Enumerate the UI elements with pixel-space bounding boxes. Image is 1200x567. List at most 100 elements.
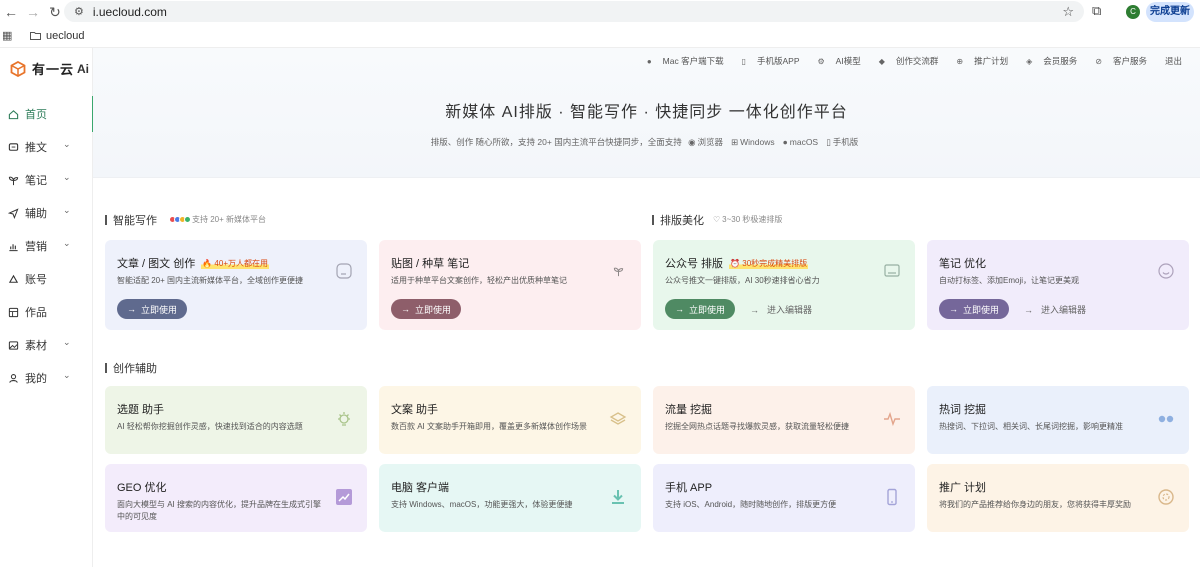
image-icon [6,340,20,351]
chevron-down-icon[interactable]: ⌄ [63,139,71,150]
gear-icon: ⚙ [817,56,825,66]
sidebar-item-7[interactable]: 素材 ⌄ [0,333,93,357]
section-note-platforms: 支持 20+ 新媒体平台 [169,214,266,225]
sidebar-item-6[interactable]: 作品 [0,300,93,324]
top-nav-item-6[interactable]: ⊘ 客户服务 [1086,55,1147,67]
section-note-text: 3~30 秒极速排版 [722,215,783,224]
card-description: 数百款 AI 文案助手开箱即用，覆盖更多新媒体创作场景 [391,422,588,431]
phone-icon: ▯ [741,56,746,66]
site-info-icon[interactable]: ⚙ [74,5,84,18]
extensions-icon[interactable]: ⧉ [1092,3,1101,19]
logo-ai-mark: Ai [77,61,90,76]
assist-card-5[interactable]: 电脑 客户端 支持 Windows、macOS，功能更强大，体验更便捷 [379,464,641,532]
sidebar-item-3[interactable]: 辅助 ⌄ [0,201,93,225]
card-title-text: 文章 / 图文 创作 [117,258,196,270]
assist-card-1[interactable]: 文案 助手 数百款 AI 文案助手开箱即用，覆盖更多新媒体创作场景 [379,386,641,454]
platform-1: ⊞ Windows [731,137,775,147]
mobile-icon [883,488,901,506]
editor-icon [883,262,901,280]
top-nav-item-2[interactable]: ⚙ AI模型 [809,55,861,67]
sidebar-item-5[interactable]: 账号 [0,267,93,291]
sidebar-item-1[interactable]: 推文 ⌄ [0,135,93,159]
trend-icon [335,488,353,506]
assist-card-0[interactable]: 选题 助手 AI 轻松帮你挖掘创作灵感，快速找到适合的内容选题 [105,386,367,454]
top-nav-label: Mac 客户端下载 [662,56,724,66]
bookmark-folder[interactable]: uecloud [30,30,85,42]
card-title: 电脑 客户端 [391,482,450,494]
chevron-down-icon[interactable]: ⌄ [63,238,71,249]
feature-card-3[interactable]: 笔记 优化自动打标签、添加Emoji，让笔记更美观 → 立即使用 → 进入编辑器 [927,240,1189,330]
forward-icon[interactable]: → [22,1,44,23]
arrow-right-icon: → [948,304,958,314]
sidebar-item-0[interactable]: 首页 [0,96,94,132]
card-description: 公众号推文一键排版，AI 30秒速排省心省力 [665,276,820,285]
card-title: 热词 挖掘 [939,404,987,416]
sidebar-item-4[interactable]: 营销 ⌄ [0,234,93,258]
sidebar-item-label: 推文 [25,142,47,154]
hero-title: 新媒体 AI排版 · 智能写作 · 快捷同步 一体化创作平台 [445,104,848,121]
card-description: 自动打标签、添加Emoji，让笔记更美观 [939,276,1080,285]
top-nav-item-0[interactable]: ● Mac 客户端下载 [638,55,724,67]
top-nav-item-4[interactable]: ⊕ 推广计划 [947,55,1008,67]
open-editor-link[interactable]: → 进入编辑器 [750,303,812,316]
feature-card-2[interactable]: 公众号 排版 ⏰ 30秒完成精美排版 公众号推文一键排版，AI 30秒速排省心省力 →… [653,240,915,330]
feature-card-1[interactable]: 贴图 / 种草 笔记适用于种草平台文案创作，轻松产出优质种草笔记 → 立即使用 [379,240,641,330]
assist-card-3[interactable]: 热词 挖掘 热搜词、下拉词、相关词、长尾词挖掘，影响更精准 [927,386,1189,454]
chevron-down-icon[interactable]: ⌄ [63,172,71,183]
open-editor-link[interactable]: → 进入编辑器 [1024,303,1086,316]
card-title: 贴图 / 种草 笔记 [391,255,469,271]
top-nav-label: 推广计划 [974,56,1009,66]
top-nav: ● Mac 客户端下载 ▯ 手机版APP ⚙ AI模型 ◆ 创作交流群 ⊕ 推广计划 ◈ 会员服务 ⊘ 客… [629,55,1182,67]
section-title-assist: 创作辅助 [105,360,157,376]
section-note-speed: ♡ 3~30 秒极速排版 [713,214,782,225]
sidebar-item-label: 账号 [25,274,47,286]
feature-card-0[interactable]: 文章 / 图文 创作 🔥 40+万人都在用 智能适配 20+ 国内主流新媒体平台，全… [105,240,367,330]
top-nav-item-5[interactable]: ◈ 会员服务 [1017,55,1077,67]
assist-card-6[interactable]: 手机 APP 支持 iOS、Android，随时随地创作，排版更方便 [653,464,915,532]
top-nav-label: 手机版APP [756,56,800,66]
use-now-button[interactable]: → 立即使用 [665,299,735,319]
sidebar-item-2[interactable]: 笔记 ⌄ [0,168,93,192]
bookmark-star-icon[interactable]: ☆ [1062,4,1074,20]
reload-icon[interactable]: ↻ [44,1,66,23]
arrow-right-icon: → [750,304,759,315]
sidebar-item-8[interactable]: 我的 ⌄ [0,366,93,390]
sprout-icon [6,175,20,186]
sidebar-item-label: 作品 [25,307,47,319]
logo[interactable]: 有一云 Ai [10,59,89,78]
chevron-down-icon[interactable]: ⌄ [63,370,71,381]
chevron-down-icon[interactable]: ⌄ [63,205,71,216]
assist-card-4[interactable]: GEO 优化 面向大模型与 AI 搜索的内容优化，提升品牌在生成式引擎中的可见度 [105,464,367,532]
use-now-button[interactable]: → 立即使用 [939,299,1009,319]
card-title-text: 贴图 / 种草 笔记 [391,258,470,270]
finish-update-button[interactable]: 完成更新 [1146,2,1194,22]
platform-label: macOS [789,137,819,147]
chevron-down-icon[interactable]: ⌄ [63,337,71,348]
use-now-button[interactable]: → 立即使用 [117,299,187,319]
use-now-label: 立即使用 [962,304,999,315]
diamond-icon: ◈ [1026,56,1033,66]
logo-text: 有一云 [32,62,75,77]
profile-avatar[interactable]: C [1126,5,1140,19]
apps-grid-icon[interactable]: ▦ [2,29,18,42]
back-icon[interactable]: ← [0,1,22,23]
top-nav-item-7[interactable]: 退出 [1156,55,1182,67]
smile-icon [1157,262,1175,280]
top-nav-item-3[interactable]: ◆ 创作交流群 [870,55,939,67]
top-nav-item-1[interactable]: ▯ 手机版APP [733,55,800,67]
arrow-right-icon: → [674,304,684,314]
share-icon: ⊕ [956,56,964,66]
address-bar[interactable]: ⚙ i.uecloud.com ☆ [64,1,1084,22]
assist-card-2[interactable]: 流量 挖掘 挖掘全网热点话题寻找爆款灵感，获取流量轻松便捷 [653,386,915,454]
assist-card-7[interactable]: 推广 计划 将我们的产品推荐给你身边的朋友，您将获得丰厚奖励 [927,464,1189,532]
grid-icon [6,307,20,318]
folder-icon [30,32,41,40]
card-title: 笔记 优化 [939,255,986,271]
url-text[interactable]: i.uecloud.com [93,5,167,19]
card-description: 适用于种草平台文案创作，轻松产出优质种草笔记 [391,276,567,285]
chrome-icon: ◉ [688,137,696,147]
platform-3: ▯ 手机版 [826,137,858,147]
use-now-button[interactable]: → 立即使用 [391,299,461,319]
browser-toolbar: ← → ↻ ⚙ i.uecloud.com ☆ ⧉ C 完成更新 [0,0,1200,24]
card-title-text: 公众号 排版 [665,258,724,270]
